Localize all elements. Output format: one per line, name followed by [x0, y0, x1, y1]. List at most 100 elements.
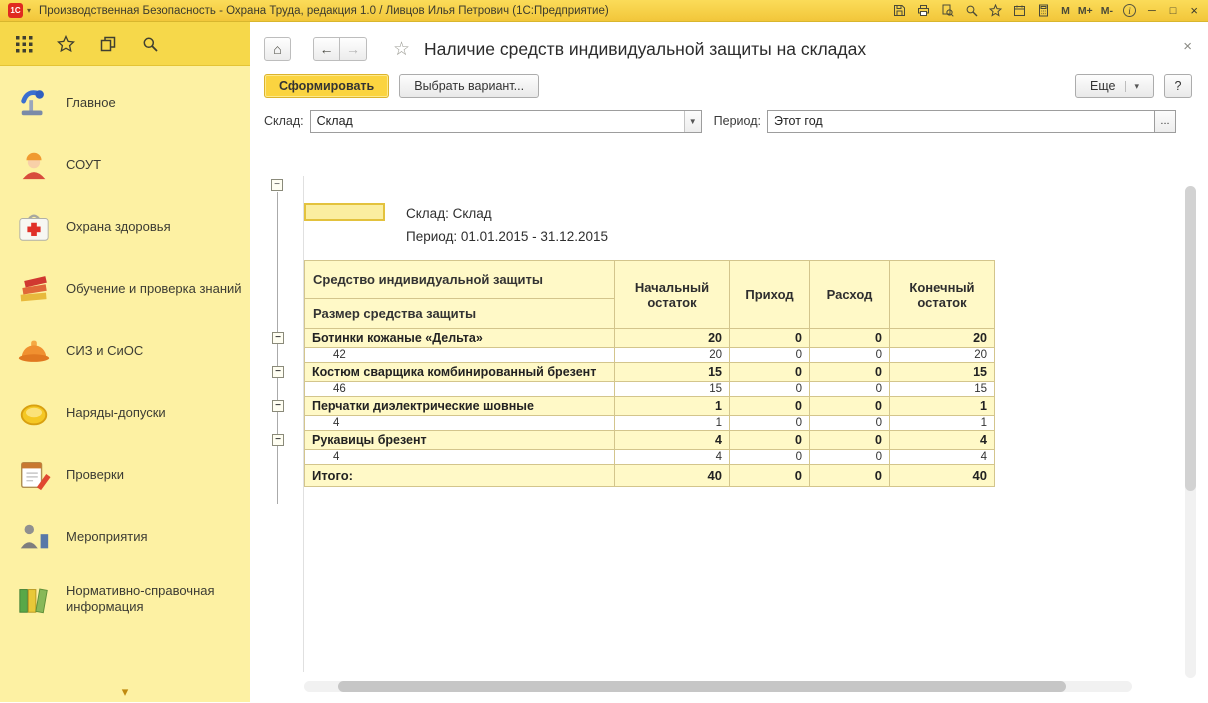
value-cell[interactable]: 0 — [810, 397, 890, 416]
value-cell[interactable]: 0 — [730, 465, 810, 487]
print-icon[interactable] — [916, 3, 931, 18]
sidebar-item-permit[interactable]: Наряды-допуски — [0, 382, 250, 444]
forward-button[interactable]: → — [340, 37, 367, 61]
horizontal-scrollbar[interactable] — [304, 681, 1132, 692]
period-input[interactable]: Этот год — [767, 110, 1155, 133]
value-cell[interactable]: 0 — [810, 465, 890, 487]
help-button[interactable]: ? — [1164, 74, 1192, 98]
item-name-cell[interactable]: 42 — [305, 348, 615, 363]
value-cell[interactable]: 1 — [890, 416, 995, 431]
minimize-button[interactable]: ─ — [1146, 5, 1158, 17]
value-cell[interactable]: 15 — [890, 363, 995, 382]
print-preview-icon[interactable] — [940, 3, 955, 18]
sidebar-item-lamp[interactable]: Главное — [0, 72, 250, 134]
column-header-size[interactable]: Размер средства защиты — [305, 299, 615, 329]
sidebar-expand-arrow[interactable]: ▾ — [0, 684, 250, 700]
value-cell[interactable]: 0 — [730, 348, 810, 363]
item-name-cell[interactable]: −Костюм сварщика комбинированный брезент — [305, 363, 615, 382]
selected-cell[interactable] — [304, 203, 385, 221]
warehouse-value[interactable]: Склад — [311, 111, 684, 132]
collapse-group-toggle[interactable]: − — [272, 434, 284, 446]
value-cell[interactable]: 0 — [810, 416, 890, 431]
sidebar-item-hardhat[interactable]: СИЗ и СиОС — [0, 320, 250, 382]
value-cell[interactable]: 4 — [890, 431, 995, 450]
item-name-cell[interactable]: 4 — [305, 450, 615, 465]
maximize-button[interactable]: □ — [1168, 5, 1179, 17]
calendar-icon[interactable] — [1012, 3, 1027, 18]
home-button[interactable]: ⌂ — [264, 37, 291, 61]
item-name-cell[interactable]: −Рукавицы брезент — [305, 431, 615, 450]
value-cell[interactable]: 0 — [810, 363, 890, 382]
value-cell[interactable]: 1 — [615, 416, 730, 431]
calculator-icon[interactable] — [1036, 3, 1051, 18]
warehouse-combo[interactable]: Склад ▼ — [310, 110, 702, 133]
value-cell[interactable]: 0 — [730, 416, 810, 431]
collapse-group-toggle[interactable]: − — [272, 366, 284, 378]
sidebar-item-reference[interactable]: Нормативно-справочная информация — [0, 568, 250, 630]
value-cell[interactable]: 4 — [615, 450, 730, 465]
sidebar-item-inspection[interactable]: Проверки — [0, 444, 250, 506]
value-cell[interactable]: 0 — [730, 329, 810, 348]
value-cell[interactable]: 15 — [890, 382, 995, 397]
value-cell[interactable]: 0 — [730, 450, 810, 465]
value-cell[interactable]: 20 — [615, 348, 730, 363]
star-icon[interactable] — [988, 3, 1003, 18]
value-cell[interactable]: 20 — [890, 329, 995, 348]
period-choose-button[interactable]: ... — [1155, 110, 1176, 133]
value-cell[interactable]: 0 — [730, 397, 810, 416]
horizontal-scrollbar-thumb[interactable] — [338, 681, 1066, 692]
column-header-opening[interactable]: Начальный остаток — [615, 261, 730, 329]
value-cell[interactable]: 4 — [890, 450, 995, 465]
value-cell[interactable]: 20 — [615, 329, 730, 348]
item-name-cell[interactable]: −Перчатки диэлектрические шовные — [305, 397, 615, 416]
windows-copy-icon[interactable] — [98, 34, 118, 54]
memory-button-m-[interactable]: M- — [1101, 5, 1113, 17]
value-cell[interactable]: 15 — [615, 382, 730, 397]
value-cell[interactable]: 0 — [810, 450, 890, 465]
favorites-star-icon[interactable] — [56, 34, 76, 54]
favorite-star-icon[interactable]: ☆ — [393, 38, 410, 61]
sidebar-item-books[interactable]: Обучение и проверка знаний — [0, 258, 250, 320]
item-name-cell[interactable]: −Ботинки кожаные «Дельта» — [305, 329, 615, 348]
item-name-cell[interactable]: 46 — [305, 382, 615, 397]
column-header-closing[interactable]: Конечный остаток — [890, 261, 995, 329]
column-header-income[interactable]: Приход — [730, 261, 810, 329]
value-cell[interactable]: 0 — [730, 431, 810, 450]
value-cell[interactable]: 20 — [890, 348, 995, 363]
more-button[interactable]: Еще ▾ — [1075, 74, 1154, 98]
value-cell[interactable]: 0 — [810, 431, 890, 450]
item-name-cell[interactable]: 4 — [305, 416, 615, 431]
generate-button[interactable]: Сформировать — [264, 74, 389, 98]
value-cell[interactable]: 40 — [615, 465, 730, 487]
value-cell[interactable]: 0 — [730, 382, 810, 397]
item-name-cell[interactable]: Итого: — [305, 465, 615, 487]
back-button[interactable]: ← — [313, 37, 340, 61]
sidebar-item-events[interactable]: Мероприятия — [0, 506, 250, 568]
value-cell[interactable]: 0 — [730, 363, 810, 382]
sidebar-item-first-aid[interactable]: Охрана здоровья — [0, 196, 250, 258]
value-cell[interactable]: 1 — [615, 397, 730, 416]
system-menu-caret-icon[interactable]: ▾ — [27, 6, 31, 15]
value-cell[interactable]: 15 — [615, 363, 730, 382]
search-icon[interactable] — [140, 34, 160, 54]
info-button[interactable]: i — [1123, 4, 1136, 17]
collapse-group-toggle[interactable]: − — [272, 400, 284, 412]
collapse-all-toggle[interactable]: − — [271, 179, 283, 191]
vertical-scrollbar-thumb[interactable] — [1185, 186, 1196, 491]
collapse-group-toggle[interactable]: − — [272, 332, 284, 344]
value-cell[interactable]: 0 — [810, 348, 890, 363]
sidebar-item-worker[interactable]: СОУТ — [0, 134, 250, 196]
column-header-expense[interactable]: Расход — [810, 261, 890, 329]
vertical-scrollbar[interactable] — [1185, 186, 1196, 678]
menu-grid-icon[interactable] — [14, 34, 34, 54]
value-cell[interactable]: 1 — [890, 397, 995, 416]
find-icon[interactable] — [964, 3, 979, 18]
column-header-item[interactable]: Средство индивидуальной защиты — [305, 261, 615, 299]
close-report-button[interactable]: × — [1183, 38, 1192, 55]
warehouse-dropdown-icon[interactable]: ▼ — [684, 111, 701, 132]
value-cell[interactable]: 4 — [615, 431, 730, 450]
value-cell[interactable]: 40 — [890, 465, 995, 487]
close-window-button[interactable]: × — [1188, 3, 1200, 18]
value-cell[interactable]: 0 — [810, 329, 890, 348]
memory-button-m[interactable]: M — [1061, 5, 1070, 17]
